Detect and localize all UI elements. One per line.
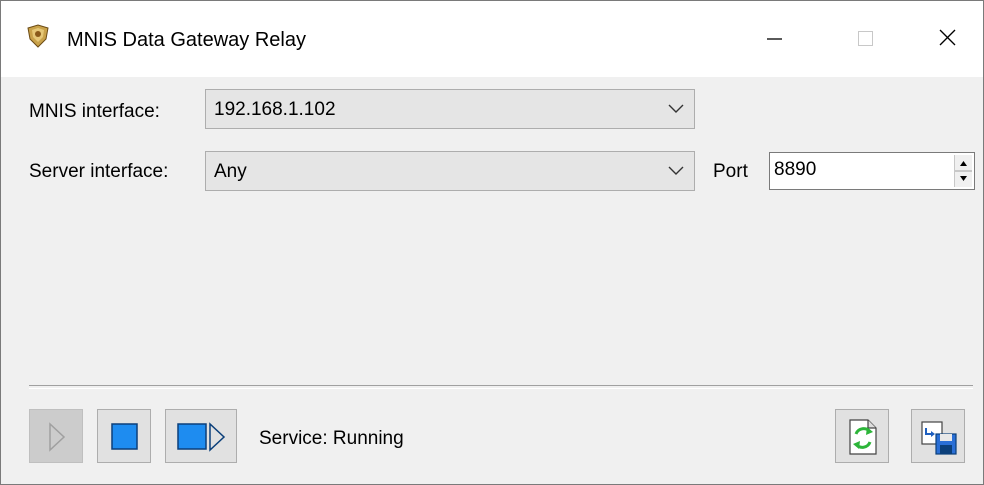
gateway-app-icon: [27, 24, 49, 48]
server-interface-value: Any: [214, 161, 247, 182]
restart-icon: [177, 422, 226, 452]
spinner-arrows[interactable]: [954, 155, 972, 187]
window-title: MNIS Data Gateway Relay: [67, 29, 306, 51]
maximize-icon: [858, 31, 873, 46]
save-button[interactable]: [911, 409, 965, 463]
title-bar[interactable]: MNIS Data Gateway Relay: [1, 1, 983, 77]
mnis-interface-label: MNIS interface:: [29, 101, 160, 122]
save-icon: [921, 421, 957, 455]
server-interface-label: Server interface:: [29, 161, 169, 182]
separator-line: [29, 385, 973, 389]
refresh-button[interactable]: [835, 409, 889, 463]
maximize-button[interactable]: [819, 1, 911, 77]
port-spinner[interactable]: 8890: [769, 152, 975, 190]
main-window: MNIS Data Gateway Relay MNIS interface: …: [0, 0, 984, 485]
chevron-down-icon: [668, 166, 684, 175]
mnis-interface-value: 192.168.1.102: [214, 99, 336, 120]
close-button[interactable]: [911, 1, 983, 77]
port-value: 8890: [774, 159, 817, 180]
stop-button[interactable]: [97, 409, 151, 463]
stop-icon: [111, 423, 138, 450]
server-interface-select[interactable]: Any: [205, 151, 695, 191]
chevron-down-icon: [668, 104, 684, 113]
spinner-up-down-icon: [955, 155, 972, 187]
service-status: Service: Running: [259, 428, 404, 449]
minimize-icon: [767, 38, 782, 40]
mnis-interface-select[interactable]: 192.168.1.102: [205, 89, 695, 129]
refresh-icon: [849, 419, 877, 455]
restart-button[interactable]: [165, 409, 237, 463]
play-icon: [49, 422, 66, 452]
close-icon: [939, 29, 956, 46]
minimize-button[interactable]: [727, 1, 819, 77]
start-button[interactable]: [29, 409, 83, 463]
port-label: Port: [713, 161, 748, 182]
